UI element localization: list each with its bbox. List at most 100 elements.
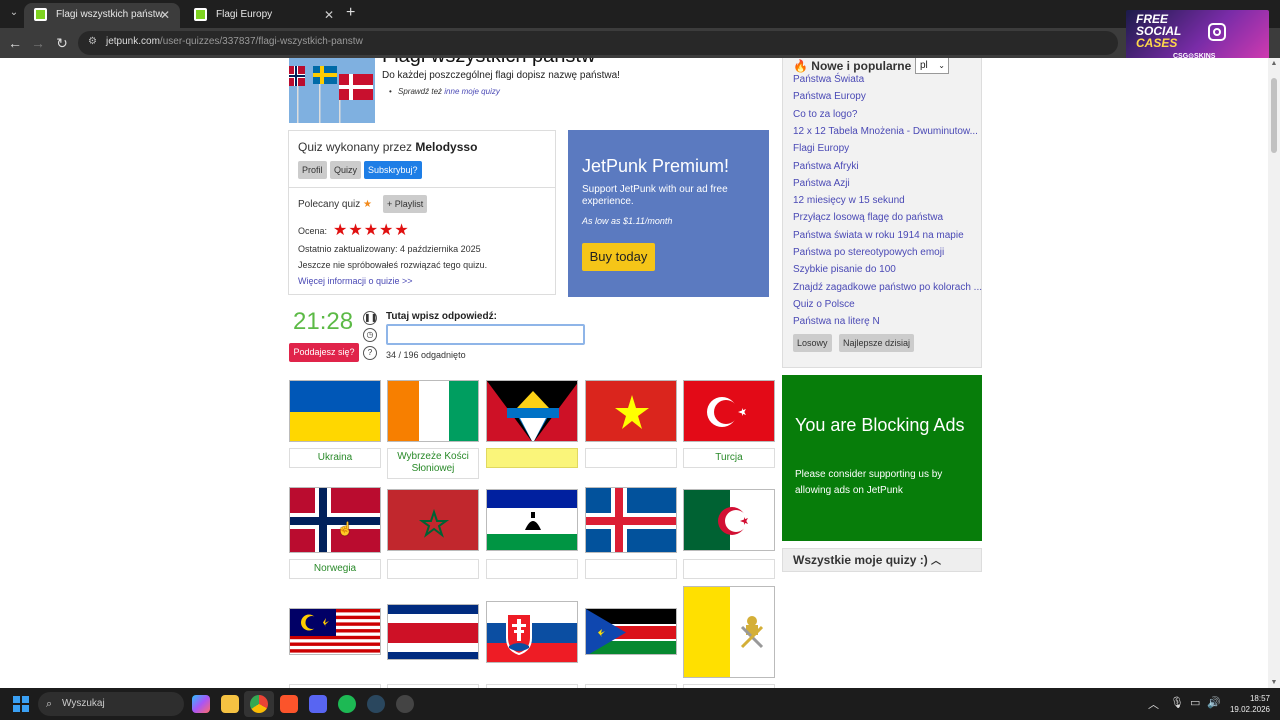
scroll-down-icon[interactable]: ▼ xyxy=(1270,679,1278,686)
hand-cursor-icon: ☝ xyxy=(337,521,353,536)
sidebar-link[interactable]: Znajdź zagadkowe państwo po kolorach ... xyxy=(793,282,982,293)
help-icon[interactable]: ? xyxy=(363,346,377,360)
app-icon[interactable] xyxy=(396,695,414,713)
brave-icon[interactable] xyxy=(280,695,298,713)
ad-block-notice: You are Blocking Ads Please consider sup… xyxy=(782,375,982,541)
sidebar-link[interactable]: Państwa świata w roku 1914 na mapie xyxy=(793,230,964,241)
sidebar-link[interactable]: Państwa Europy xyxy=(793,91,866,102)
star-icon[interactable]: ★ xyxy=(364,222,379,239)
steam-icon[interactable] xyxy=(367,695,385,713)
blocking-text: Please consider supporting us by allowin… xyxy=(795,469,943,496)
scroll-up-icon[interactable]: ▲ xyxy=(1270,60,1278,67)
sidebar-title: Nowe i popularne xyxy=(811,59,912,73)
sidebar-link[interactable]: 12 miesięcy w 15 sekund xyxy=(793,195,905,206)
flags-thumbnail-image xyxy=(289,58,375,123)
answer-box: Norwegia xyxy=(289,559,381,579)
new-tab-icon[interactable]: + xyxy=(346,4,355,22)
close-icon[interactable]: ✕ xyxy=(160,3,170,27)
see-also-line: Sprawdź też inne moje quizy xyxy=(389,87,500,96)
reload-icon[interactable]: ↻ xyxy=(52,33,72,53)
rating-stars[interactable]: ★★★★★ xyxy=(333,220,410,240)
random-button[interactable]: Losowy xyxy=(793,334,832,352)
profile-button[interactable]: Profil xyxy=(298,161,327,179)
sidebar-link[interactable]: Państwa Afryki xyxy=(793,161,859,172)
give-up-button[interactable]: Poddajesz się? xyxy=(289,343,359,362)
other-quizzes-link[interactable]: inne moje quizy xyxy=(444,87,500,96)
language-value: pl xyxy=(920,60,928,71)
flag-vatican xyxy=(683,586,775,678)
sidebar-link[interactable]: Przyłącz losową flagę do państwa xyxy=(793,212,943,223)
star-icon[interactable]: ★ xyxy=(333,222,348,239)
sidebar-link[interactable]: Co to za logo? xyxy=(793,109,858,120)
flag-antigua xyxy=(486,380,578,442)
author-name[interactable]: Melodysso xyxy=(415,140,477,154)
chrome-icon[interactable] xyxy=(250,695,268,713)
sidebar-link[interactable]: Państwa po stereotypowych emoji xyxy=(793,247,944,258)
browser-tab-active[interactable]: Flagi wszystkich państw ✕ xyxy=(24,3,180,28)
buy-today-button[interactable]: Buy today xyxy=(582,243,655,271)
windows-start-icon[interactable] xyxy=(13,696,29,712)
flag-iceland xyxy=(585,487,677,553)
quizzes-button[interactable]: Quizy xyxy=(330,161,362,179)
back-arrow-icon[interactable]: ← xyxy=(5,33,25,53)
rating-label: Ocena: xyxy=(298,226,328,236)
subscribe-button[interactable]: Subskrybuj? xyxy=(364,161,422,179)
url-domain: jetpunk.com xyxy=(106,36,160,47)
sidebar-link[interactable]: Quiz o Polsce xyxy=(793,299,855,310)
tab-search-icon[interactable]: ⌄ xyxy=(6,5,22,21)
answer-input[interactable] xyxy=(386,324,585,345)
browser-tab[interactable]: Flagi Europy ✕ xyxy=(184,3,344,28)
network-icon[interactable]: ▭ xyxy=(1190,696,1200,709)
all-my-quizzes-toggle[interactable]: Wszystkie moje quizy :) ︿ xyxy=(782,548,982,572)
discord-icon[interactable] xyxy=(309,695,327,713)
sidebar-link[interactable]: Szybkie pisanie do 100 xyxy=(793,264,896,275)
answer-box-highlighted xyxy=(486,448,578,468)
blocking-title: You are Blocking Ads xyxy=(795,415,965,435)
taskbar-clock[interactable]: 18:57 19.02.2026 xyxy=(1228,693,1270,715)
sidebar-link[interactable]: Flagi Europy xyxy=(793,143,849,154)
more-info-link[interactable]: Więcej informacji o quizie >> xyxy=(298,276,413,286)
file-explorer-icon[interactable] xyxy=(221,695,239,713)
star-icon[interactable]: ★ xyxy=(394,222,409,239)
sidebar-link[interactable]: 12 x 12 Tabela Mnożenia - Dwuminutow... xyxy=(793,126,978,137)
taskbar-search[interactable]: ⌕ Wyszukaj xyxy=(38,692,184,716)
copilot-icon[interactable] xyxy=(192,695,210,713)
star-icon[interactable]: ★ xyxy=(348,222,363,239)
quiz-thumbnail xyxy=(289,58,375,123)
language-select[interactable]: pl ⌄ xyxy=(915,58,949,74)
answer-box: Wybrzeże Kości Słoniowej xyxy=(387,448,479,479)
playlist-button[interactable]: + Playlist xyxy=(383,195,428,213)
url-path: /user-quizzes/337837/flagi-wszystkich-pa… xyxy=(159,36,363,47)
see-also-prefix: Sprawdź też xyxy=(398,87,443,96)
best-today-button[interactable]: Najlepsze dzisiaj xyxy=(839,334,915,352)
sidebar-link[interactable]: Państwa Azji xyxy=(793,178,850,189)
url-field[interactable]: ⚙ jetpunk.com/user-quizzes/337837/flagi-… xyxy=(78,31,1118,55)
flag-slovakia xyxy=(486,601,578,663)
sidebar-link[interactable]: Państwa Świata xyxy=(793,74,864,85)
microphone-icon[interactable]: 🎙 xyxy=(1170,696,1184,709)
tray-chevron-up-icon[interactable]: ︿ xyxy=(1148,696,1159,712)
quiz-description: Do każdej poszczególnej flagi dopisz naz… xyxy=(382,70,620,81)
answer-box: Ukraina xyxy=(289,448,381,468)
jetpunk-favicon-icon xyxy=(194,8,207,21)
quiz-timer: 21:28 xyxy=(293,308,354,335)
tab-title: Flagi wszystkich państw xyxy=(56,9,163,20)
forward-arrow-icon[interactable]: → xyxy=(28,33,48,53)
browser-tab-bar: ⌄ Flagi wszystkich państw ✕ Flagi Europy… xyxy=(0,0,1280,28)
ad-banner[interactable]: FREE SOCIAL CASES CSG⊙SKINS xyxy=(1126,10,1269,63)
sidebar-link[interactable]: Państwa na literę N xyxy=(793,316,880,327)
close-icon[interactable]: ✕ xyxy=(324,3,334,27)
star-icon[interactable]: ★ xyxy=(379,222,394,239)
pause-icon[interactable]: ❚❚ xyxy=(363,311,377,325)
page-scrollbar[interactable]: ▲ ▼ xyxy=(1268,58,1280,688)
answer-label: Tutaj wpisz odpowiedź: xyxy=(386,311,497,322)
clock-icon[interactable]: ◷ xyxy=(363,328,377,342)
speaker-icon[interactable]: 🔊 xyxy=(1207,696,1221,709)
scroll-thumb[interactable] xyxy=(1271,78,1277,153)
made-by-label: Quiz wykonany przez xyxy=(298,140,413,154)
featured-star-icon: ★ xyxy=(363,199,373,210)
spotify-icon[interactable] xyxy=(338,695,356,713)
answer-box xyxy=(486,559,578,579)
premium-price: As low as $1.11/month xyxy=(582,216,673,226)
site-info-icon[interactable]: ⚙ xyxy=(88,36,100,48)
